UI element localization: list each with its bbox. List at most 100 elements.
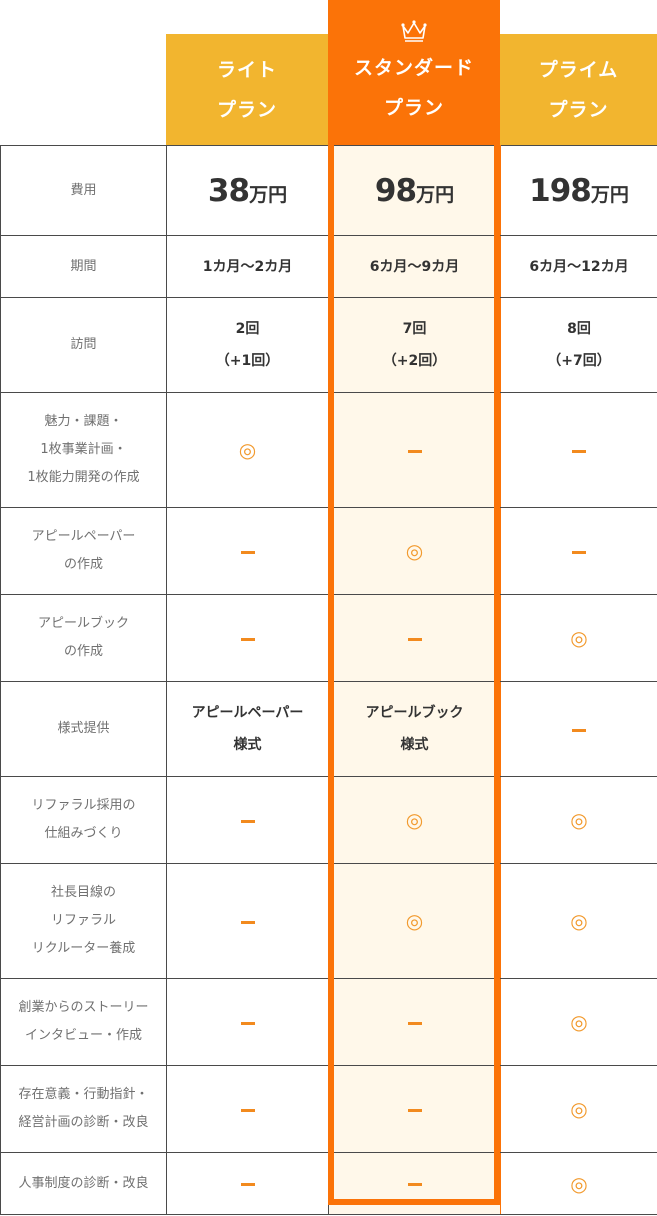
label-line: 社長目線の [50, 885, 116, 900]
standard-appeal-paper: ◎ [328, 507, 501, 595]
light-visits-extra: （+1回） [215, 353, 280, 369]
light-appeal-paper [166, 507, 329, 595]
dash-icon [407, 449, 422, 453]
dash-icon [407, 1183, 422, 1186]
double-circle-icon: ◎ [405, 539, 424, 563]
standard-plan-suffix: プラン [383, 97, 444, 119]
row-label-purpose: 存在意義・行動指針・ 経営計画の診断・改良 [0, 1065, 167, 1153]
format-suffix: 様式 [400, 737, 429, 753]
double-circle-icon: ◎ [570, 1097, 588, 1121]
prime-plan-name: プライム [538, 58, 619, 81]
light-visits-count: 2回 [235, 321, 260, 337]
format-suffix: 様式 [233, 737, 262, 753]
prime-purpose: ◎ [500, 1065, 657, 1153]
format-name: アピールペーパー [191, 705, 304, 721]
row-label-visits: 訪問 [0, 297, 167, 393]
double-circle-icon: ◎ [570, 1010, 588, 1034]
light-plan-suffix: プラン [216, 98, 277, 121]
prime-appeal-plan [500, 392, 657, 508]
label-line: アピールブック [37, 616, 129, 631]
row-label-appeal-paper: アピールペーパー の作成 [0, 507, 167, 595]
label-line: インタビュー・作成 [24, 1028, 142, 1043]
light-plan-name: ライト [216, 58, 277, 81]
light-appeal-book [166, 594, 329, 682]
double-circle-icon: ◎ [570, 808, 588, 832]
label-line: アピールペーパー [31, 529, 136, 544]
standard-purpose [328, 1065, 501, 1153]
standard-appeal-book [328, 594, 501, 682]
prime-appeal-paper [500, 507, 657, 595]
row-label-story: 創業からのストーリー インタビュー・作成 [0, 978, 167, 1066]
dash-icon [407, 1108, 422, 1112]
light-story [166, 978, 329, 1066]
double-circle-icon: ◎ [405, 808, 424, 832]
light-price-value: 38 [207, 172, 250, 209]
standard-price-value: 98 [374, 172, 417, 209]
standard-appeal-plan [328, 392, 501, 508]
light-format: アピールペーパー 様式 [166, 681, 329, 777]
light-purpose [166, 1065, 329, 1153]
standard-visits: 7回 （+2回） [328, 297, 501, 393]
table-row-appeal-plan: 魅力・課題・ 1枚事業計画・ 1枚能力開発の作成 ◎ [0, 392, 657, 508]
standard-format: アピールブック 様式 [328, 681, 501, 777]
table-row-story: 創業からのストーリー インタビュー・作成 ◎ [0, 978, 657, 1066]
dash-icon [572, 728, 586, 732]
crown-icon [401, 20, 427, 42]
double-circle-icon: ◎ [570, 1171, 588, 1196]
prime-visits-extra: （+7回） [547, 353, 611, 369]
dash-icon [240, 1108, 255, 1112]
label-line: リクルーター養成 [31, 941, 136, 956]
row-label-recruiter: 社長目線のリファラルリクルーター養成 [0, 863, 167, 979]
prime-visits: 8回 （+7回） [500, 297, 657, 393]
label-line: 魅力・課題・ [44, 414, 123, 429]
prime-price-unit: 万円 [590, 183, 629, 206]
label-line: 存在意義・行動指針・ [18, 1087, 149, 1102]
label-line: 仕組みづくり [44, 826, 123, 841]
light-hr [166, 1152, 329, 1215]
dash-icon [240, 1021, 255, 1025]
standard-recruiter: ◎ [328, 863, 501, 979]
light-recruiter [166, 863, 329, 979]
table-row-appeal-paper: アピールペーパー の作成 ◎ [0, 507, 657, 595]
standard-plan-name: スタンダード [353, 57, 474, 79]
label-line: 経営計画の診断・改良 [18, 1115, 149, 1130]
table-row-fee: 費用 38万円 98万円 198万円 [0, 145, 657, 236]
row-label-appeal-plan: 魅力・課題・ 1枚事業計画・ 1枚能力開発の作成 [0, 392, 167, 508]
dash-icon [572, 550, 586, 554]
table-row-hr: 人事制度の診断・改良 ◎ [0, 1152, 657, 1215]
label-line: 創業からのストーリー [18, 1000, 149, 1015]
prime-referral: ◎ [500, 776, 657, 864]
label-line: リファラル採用の [31, 798, 136, 813]
light-price-unit: 万円 [249, 183, 288, 206]
prime-visits-count: 8回 [567, 321, 591, 337]
label-line: の作成 [63, 644, 103, 659]
table-row-visits: 訪問 2回 （+1回） 7回 （+2回） 8回 （+7回） [0, 297, 657, 393]
dash-icon [240, 920, 255, 924]
standard-price: 98万円 [328, 145, 501, 236]
row-label-period: 期間 [0, 235, 167, 298]
dash-icon [407, 1021, 422, 1025]
table-row-referral: リファラル採用の 仕組みづくり ◎ ◎ [0, 776, 657, 864]
table-row-recruiter: 社長目線のリファラルリクルーター養成 ◎ ◎ [0, 863, 657, 979]
double-circle-icon: ◎ [570, 909, 588, 933]
table-row-format: 様式提供 アピールペーパー 様式 アピールブック 様式 [0, 681, 657, 777]
light-appeal-plan: ◎ [166, 392, 329, 508]
standard-hr [328, 1152, 501, 1215]
standard-referral: ◎ [328, 776, 501, 864]
prime-hr: ◎ [500, 1152, 657, 1215]
row-label-format: 様式提供 [0, 681, 167, 777]
standard-story [328, 978, 501, 1066]
prime-plan-header: プライム プラン [500, 34, 657, 145]
dash-icon [240, 1183, 255, 1186]
standard-plan-header: スタンダード プラン [328, 0, 500, 145]
prime-story: ◎ [500, 978, 657, 1066]
row-label-appeal-book: アピールブック の作成 [0, 594, 167, 682]
light-referral [166, 776, 329, 864]
row-label-referral: リファラル採用の 仕組みづくり [0, 776, 167, 864]
label-line: リファラル [50, 913, 116, 928]
label-line: 1枚事業計画・ [40, 442, 127, 457]
label-line: の作成 [63, 557, 103, 572]
prime-price-value: 198 [529, 172, 592, 209]
dash-icon [407, 637, 422, 641]
double-circle-icon: ◎ [238, 438, 257, 462]
